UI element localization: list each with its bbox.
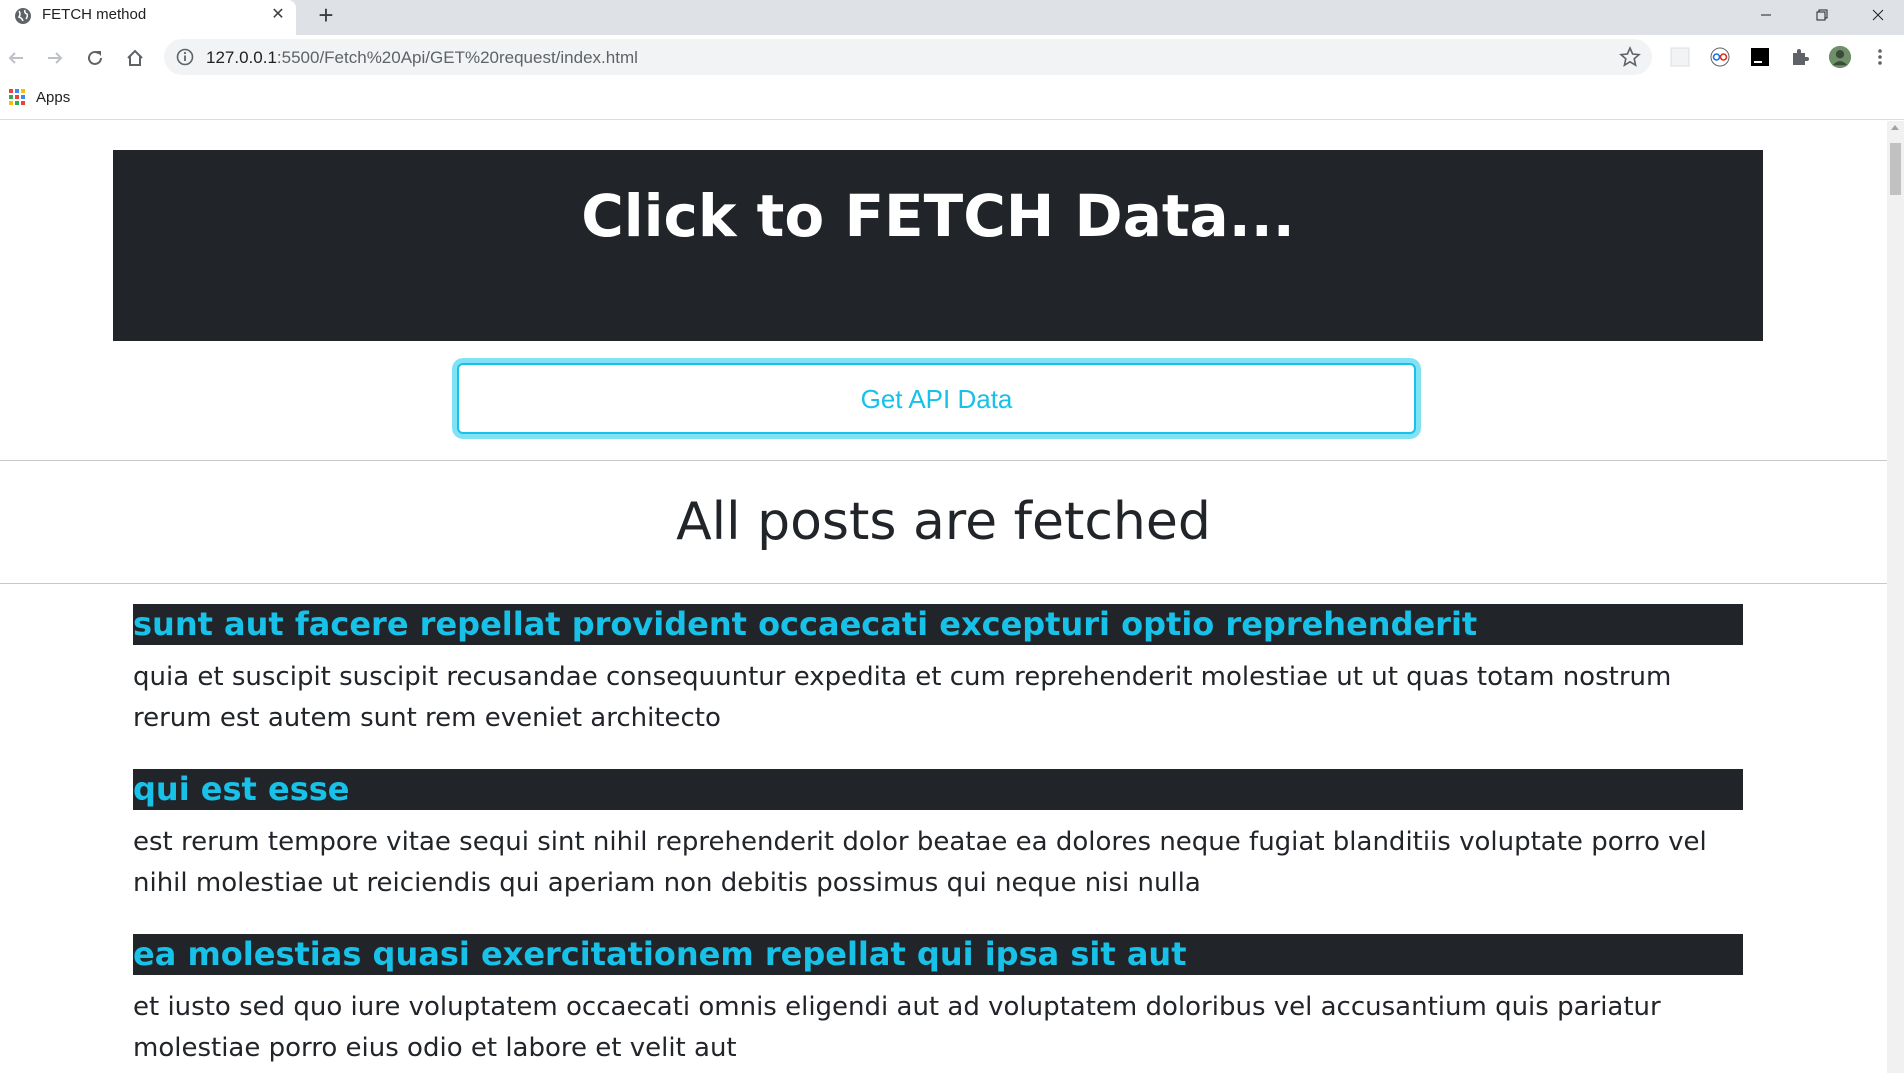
post-title: ea molestias quasi exercitationem repell…: [133, 934, 1743, 975]
glasses-icon: [1710, 47, 1730, 67]
back-button[interactable]: [3, 45, 29, 71]
post-body: quia et suscipit suscipit recusandae con…: [133, 662, 1672, 733]
bookmarks-bar: [0, 83, 1904, 120]
extension-placeholder-icon: [1670, 47, 1690, 67]
info-icon[interactable]: [176, 48, 194, 66]
tab-strip: FETCH method ✕ +: [0, 0, 1904, 35]
close-tab-icon[interactable]: ✕: [268, 5, 288, 25]
jetbrains-icon: [1751, 48, 1769, 66]
puzzle-icon: [1793, 49, 1809, 65]
posts-heading: All posts are fetched: [676, 492, 1211, 552]
divider: [0, 583, 1887, 584]
home-button[interactable]: [122, 45, 148, 71]
star-icon[interactable]: [1619, 46, 1641, 68]
browser-menu-button[interactable]: [1868, 45, 1892, 69]
extensions-menu-button[interactable]: [1788, 45, 1812, 69]
page-viewport: Click to FETCH Data... Get API Data All …: [0, 121, 1887, 1073]
scrollbar-thumb[interactable]: [1890, 143, 1901, 195]
post-item: ea molestias quasi exercitationem repell…: [133, 934, 1743, 1069]
post-title: sunt aut facere repellat provident occae…: [133, 604, 1743, 645]
browser-tab[interactable]: FETCH method ✕: [0, 0, 296, 35]
divider: [0, 460, 1887, 461]
reload-icon: [88, 50, 102, 65]
address-bar[interactable]: 127.0.0.1:5500/Fetch%20Api/GET%20request…: [164, 39, 1652, 75]
arrow-right-icon: [48, 52, 63, 64]
post-body: et iusto sed quo iure voluptatem occaeca…: [133, 992, 1661, 1063]
extension-blank[interactable]: [1668, 45, 1692, 69]
page-title: Click to FETCH Data...: [581, 182, 1295, 250]
close-icon: [1872, 9, 1884, 21]
more-vertical-icon: [1878, 49, 1882, 65]
home-icon: [127, 49, 143, 66]
post-body: est rerum tempore vitae sequi sint nihil…: [133, 827, 1707, 898]
restore-button[interactable]: [1794, 0, 1850, 30]
new-tab-button[interactable]: +: [313, 2, 339, 28]
apps-grid-icon[interactable]: [9, 89, 25, 105]
profile-avatar[interactable]: [1828, 45, 1852, 69]
extension-glasses[interactable]: [1708, 45, 1732, 69]
close-window-button[interactable]: [1850, 0, 1904, 30]
arrow-left-icon: [8, 52, 23, 64]
scroll-up-arrow-icon[interactable]: [1891, 125, 1899, 130]
get-api-data-button[interactable]: Get API Data: [457, 363, 1416, 434]
globe-icon: [15, 8, 31, 24]
bookmark-apps[interactable]: Apps: [36, 89, 70, 106]
avatar-icon: [1828, 45, 1852, 69]
minimize-button[interactable]: [1738, 0, 1794, 30]
tab-title: FETCH method: [42, 6, 147, 23]
post-title: qui est esse: [133, 769, 1743, 810]
vertical-scrollbar[interactable]: [1887, 121, 1904, 1073]
reload-button[interactable]: [82, 45, 108, 71]
post-item: qui est esse est rerum tempore vitae seq…: [133, 769, 1743, 904]
minimize-icon: [1761, 14, 1771, 16]
restore-icon: [1816, 9, 1828, 21]
url-path: :5500/Fetch%20Api/GET%20request/index.ht…: [276, 48, 638, 67]
url-text[interactable]: 127.0.0.1:5500/Fetch%20Api/GET%20request…: [206, 48, 638, 68]
url-host: 127.0.0.1: [206, 48, 277, 67]
extension-jb[interactable]: [1748, 45, 1772, 69]
post-item: sunt aut facere repellat provident occae…: [133, 604, 1743, 739]
forward-button[interactable]: [42, 45, 68, 71]
jumbotron: Click to FETCH Data...: [113, 150, 1763, 341]
